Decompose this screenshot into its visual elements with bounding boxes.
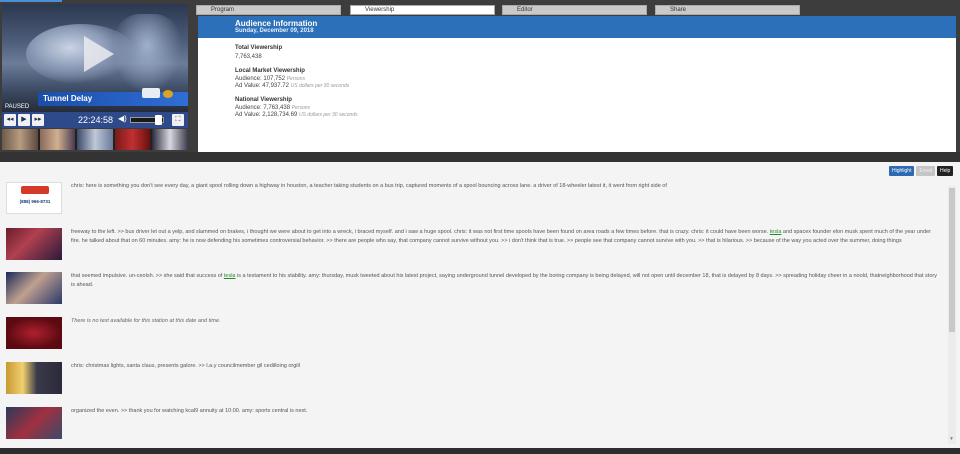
national-ad-value-text: Ad Value: 2,128,734.69 bbox=[235, 112, 298, 118]
audience-title: Audience Information bbox=[235, 19, 318, 28]
transcript-text: organized the even. >> thank you for wat… bbox=[71, 408, 308, 414]
email-button[interactable]: Email bbox=[916, 166, 935, 176]
audience-header: Audience Information Sunday, December 09… bbox=[198, 16, 956, 38]
total-viewership-label: Total Viewership bbox=[235, 45, 283, 51]
station-logo-dot bbox=[163, 90, 173, 98]
thumbnail-strip bbox=[2, 129, 188, 150]
highlight-button[interactable]: Highlight bbox=[889, 166, 915, 176]
transcript-scrollbar[interactable]: ▼ bbox=[948, 186, 956, 444]
transcript-thumbnail[interactable]: (888) 966-8731 bbox=[6, 182, 62, 214]
transcript-text: chris: here is something you don't see e… bbox=[71, 183, 667, 189]
transcript-text: There is no text available for this stat… bbox=[71, 318, 221, 324]
lower-third-title: Tunnel Delay bbox=[43, 94, 93, 103]
thumbnail[interactable] bbox=[77, 129, 113, 150]
bottom-bar bbox=[0, 448, 960, 454]
tab-program[interactable]: Program bbox=[196, 5, 341, 15]
forward-icon[interactable]: ▸▸ bbox=[32, 114, 44, 126]
thumbnail[interactable] bbox=[39, 129, 76, 150]
national-audience: Audience: 7,763,438 Persons bbox=[235, 105, 310, 111]
tab-share[interactable]: Share bbox=[655, 5, 800, 15]
scrollbar-thumb[interactable] bbox=[949, 188, 955, 332]
transcript-thumbnail[interactable] bbox=[6, 272, 62, 304]
local-audience-unit: Persons bbox=[286, 76, 306, 82]
local-audience: Audience: 107,752 Persons bbox=[235, 76, 305, 82]
station-logo bbox=[142, 88, 160, 98]
thumbnail[interactable] bbox=[152, 129, 188, 150]
help-button[interactable]: Help bbox=[936, 166, 954, 176]
tab-viewership[interactable]: Viewership bbox=[350, 5, 495, 15]
section-divider bbox=[0, 152, 960, 162]
volume-slider-handle[interactable] bbox=[155, 115, 162, 125]
transcript-thumbnail[interactable] bbox=[6, 407, 62, 439]
national-audience-value: Audience: 7,763,438 bbox=[235, 105, 291, 111]
national-ad-value-unit: US dollars per 30 seconds bbox=[298, 112, 358, 118]
play-overlay-icon[interactable] bbox=[84, 36, 114, 72]
transcript-thumbnail[interactable] bbox=[6, 362, 62, 394]
transcript-toolbar: Highlight Email Help bbox=[889, 166, 954, 176]
local-ad-value-unit: US dollars per 30 seconds bbox=[290, 83, 350, 89]
transcript-text: freeway to the left. >> bus driver let o… bbox=[71, 228, 941, 246]
transcript-text-part: that seemed impulsive. un-ceolsh. >> she… bbox=[71, 273, 224, 279]
transcript-text-part: freeway to the left. >> bus driver let o… bbox=[71, 229, 770, 235]
player-status: PAUSED bbox=[5, 104, 30, 110]
total-viewership-value: 7,763,438 bbox=[235, 54, 262, 60]
national-audience-unit: Persons bbox=[291, 105, 311, 111]
local-ad-value: Ad Value: 47,937.72 US dollars per 30 se… bbox=[235, 83, 349, 89]
tab-bar: Program Viewership Editor Share bbox=[196, 5, 956, 15]
national-ad-value: Ad Value: 2,128,734.69 US dollars per 30… bbox=[235, 112, 358, 118]
thumbnail[interactable] bbox=[2, 129, 38, 150]
local-ad-value-text: Ad Value: 47,937.72 bbox=[235, 83, 289, 89]
player-controls: ◂◂ ▶ ▸▸ 22:24:58 ◀) ⛶ bbox=[2, 112, 188, 128]
national-viewership-label: National Viewership bbox=[235, 97, 292, 103]
keyword-highlight[interactable]: tesla bbox=[770, 229, 782, 235]
play-button[interactable]: ▶ bbox=[18, 114, 30, 126]
playback-time: 22:24:58 bbox=[78, 115, 114, 125]
ad-logo bbox=[21, 186, 49, 194]
scroll-down-icon[interactable]: ▼ bbox=[949, 436, 954, 442]
audience-panel: Audience Information Sunday, December 09… bbox=[198, 16, 956, 152]
transcript-text: that seemed impulsive. un-ceolsh. >> she… bbox=[71, 272, 941, 290]
tab-editor[interactable]: Editor bbox=[502, 5, 647, 15]
transcript-text: chris: christmas lights, santa claus, pr… bbox=[71, 363, 300, 369]
rewind-icon[interactable]: ◂◂ bbox=[4, 114, 16, 126]
video-frame-highlight-2 bbox=[112, 14, 182, 94]
fullscreen-icon[interactable]: ⛶ bbox=[172, 114, 184, 126]
video-player[interactable]: Tunnel Delay PAUSED bbox=[2, 4, 188, 112]
keyword-highlight[interactable]: tesla bbox=[224, 273, 236, 279]
transcript-panel: Highlight Email Help (888) 966-8731 chri… bbox=[0, 162, 960, 448]
thumbnail[interactable] bbox=[114, 129, 151, 150]
local-audience-value: Audience: 107,752 bbox=[235, 76, 286, 82]
transcript-thumbnail[interactable] bbox=[6, 228, 62, 260]
volume-icon[interactable]: ◀) bbox=[118, 114, 127, 123]
audience-date: Sunday, December 09, 2018 bbox=[235, 28, 314, 34]
top-accent-bar bbox=[0, 0, 62, 2]
transcript-thumbnail[interactable] bbox=[6, 317, 62, 349]
ad-phone-number: (888) 966-8731 bbox=[19, 199, 51, 204]
local-viewership-label: Local Market Viewership bbox=[235, 68, 305, 74]
